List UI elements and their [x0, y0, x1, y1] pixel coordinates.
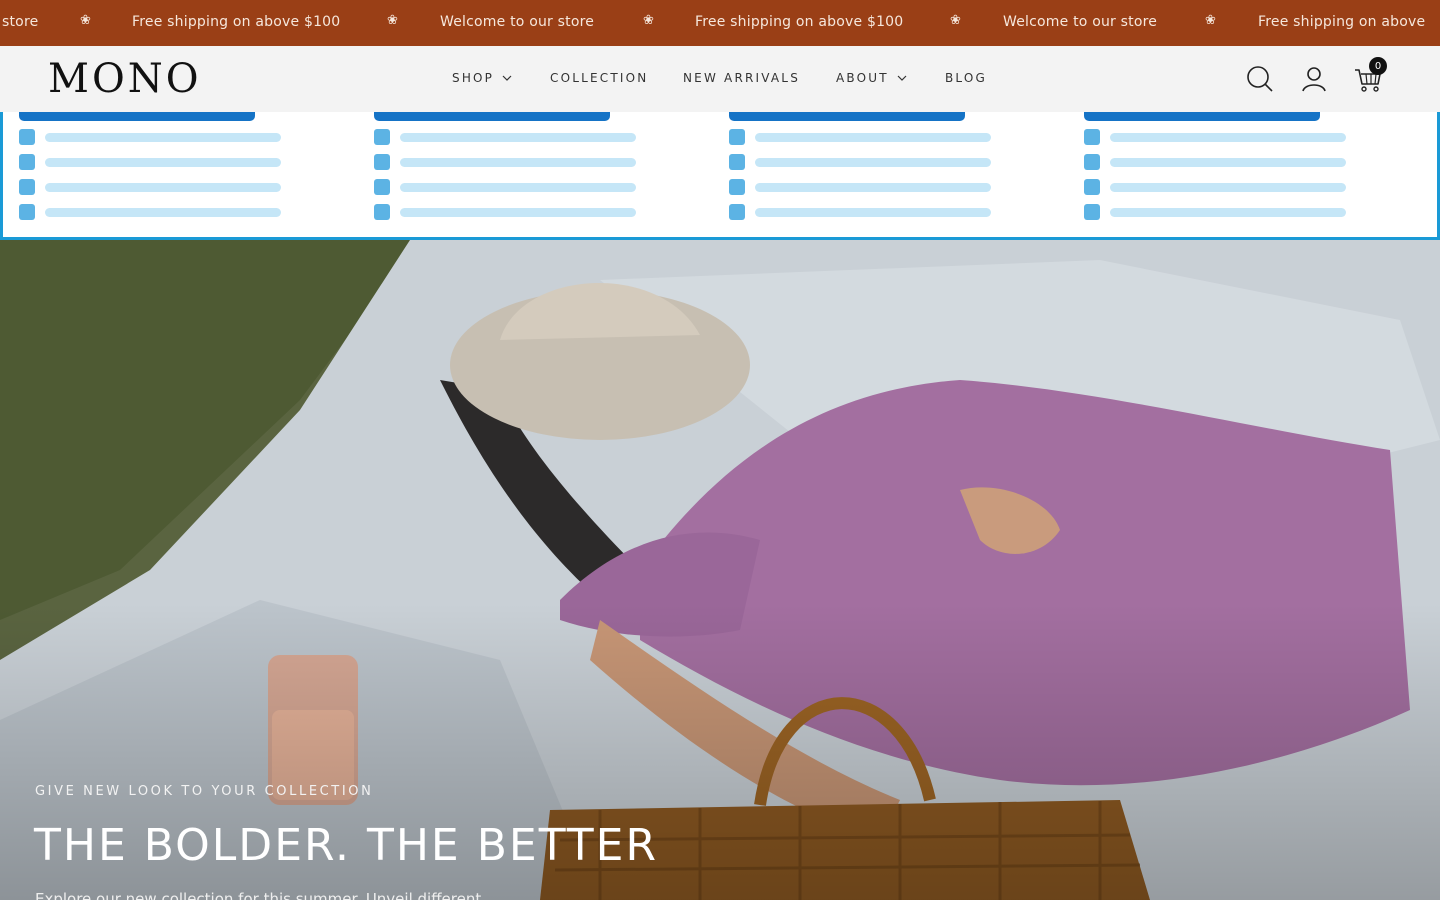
mega-menu-link-placeholder[interactable] [1084, 179, 1354, 195]
mega-menu-link-placeholder[interactable] [729, 129, 999, 145]
announcement-bar: store ❀ Free shipping on above $100 ❀ We… [0, 0, 1440, 46]
announcement-track: store ❀ Free shipping on above $100 ❀ We… [0, 0, 1440, 46]
mega-menu-heading-placeholder [374, 112, 610, 121]
announcement-message: Welcome to our store [440, 14, 595, 30]
nav-label: NEW ARRIVALS [683, 71, 801, 85]
mega-menu-link-placeholder[interactable] [374, 204, 644, 220]
nav-collection[interactable]: COLLECTION [550, 71, 648, 85]
flower-separator-icon: ❀ [1205, 13, 1216, 28]
site-header: MONO SHOP COLLECTION NEW ARRIVALS ABOUT … [0, 46, 1440, 112]
hero-title: THE BOLDER. THE BETTER [34, 820, 659, 871]
mega-menu-link-placeholder[interactable] [374, 179, 644, 195]
flower-separator-icon: ❀ [80, 13, 91, 28]
announcement-message: Free shipping on above $100 [132, 14, 341, 30]
mega-menu-link-placeholder[interactable] [1084, 129, 1354, 145]
mega-menu-link-placeholder[interactable] [374, 129, 644, 145]
chevron-down-icon [502, 75, 512, 81]
search-icon[interactable] [1245, 64, 1275, 94]
nav-label: SHOP [452, 71, 495, 85]
mega-menu-column [713, 112, 991, 232]
mega-menu-link-placeholder[interactable] [19, 179, 289, 195]
mega-menu-dropdown [0, 112, 1440, 240]
mega-menu-heading-placeholder [729, 112, 965, 121]
flower-separator-icon: ❀ [950, 13, 961, 28]
mega-menu-heading-placeholder [19, 112, 255, 121]
mega-menu-column [1068, 112, 1346, 232]
cart-count-badge: 0 [1369, 57, 1387, 75]
mega-menu-link-placeholder[interactable] [19, 154, 289, 170]
mega-menu-link-placeholder[interactable] [19, 204, 289, 220]
hero-overlay [0, 240, 1440, 900]
nav-label: ABOUT [836, 71, 889, 85]
mega-menu-link-placeholder[interactable] [729, 179, 999, 195]
flower-separator-icon: ❀ [643, 13, 654, 28]
mega-menu-link-placeholder[interactable] [729, 154, 999, 170]
nav-blog[interactable]: BLOG [945, 71, 987, 85]
mega-menu-link-placeholder[interactable] [374, 154, 644, 170]
mega-menu-column [358, 112, 636, 232]
announcement-message: Free shipping on above $100 [695, 14, 904, 30]
mega-menu-link-placeholder[interactable] [1084, 204, 1354, 220]
nav-label: BLOG [945, 71, 988, 85]
mega-menu-link-placeholder[interactable] [729, 204, 999, 220]
nav-shop[interactable]: SHOP [452, 71, 512, 85]
main-nav: SHOP COLLECTION NEW ARRIVALS ABOUT BLOG [0, 71, 1440, 91]
mega-menu-heading-placeholder [1084, 112, 1320, 121]
flower-separator-icon: ❀ [387, 13, 398, 28]
announcement-message: Free shipping on above [1258, 14, 1426, 30]
nav-new-arrivals[interactable]: NEW ARRIVALS [683, 71, 800, 85]
mega-menu-link-placeholder[interactable] [1084, 154, 1354, 170]
announcement-message: store [2, 14, 39, 30]
hero-kicker: GIVE NEW LOOK TO YOUR COLLECTION [35, 784, 374, 799]
account-icon[interactable] [1299, 64, 1329, 94]
mega-menu-link-placeholder[interactable] [19, 129, 289, 145]
nav-about[interactable]: ABOUT [836, 71, 907, 85]
hero-subtitle: Explore our new collection for this summ… [35, 890, 482, 900]
mega-menu-column [3, 112, 281, 232]
hero-banner[interactable]: GIVE NEW LOOK TO YOUR COLLECTION THE BOL… [0, 240, 1440, 900]
announcement-message: Welcome to our store [1003, 14, 1158, 30]
chevron-down-icon [897, 75, 907, 81]
nav-label: COLLECTION [550, 71, 649, 85]
